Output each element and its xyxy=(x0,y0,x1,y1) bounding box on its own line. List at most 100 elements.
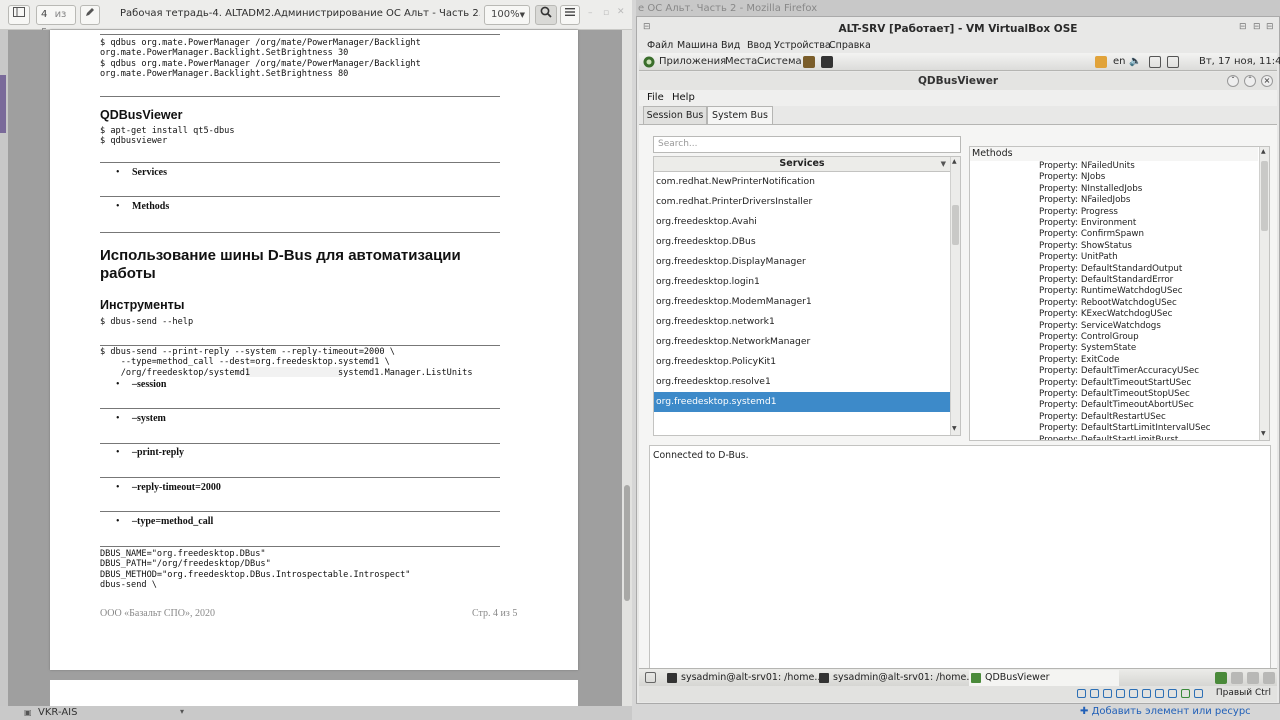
guest-menu-places[interactable]: Места xyxy=(725,56,757,67)
sidebar-toggle-button[interactable] xyxy=(8,5,30,25)
method-item[interactable]: Property: ConfirmSpawn xyxy=(1039,229,1144,240)
method-item[interactable]: Property: DefaultStandardError xyxy=(1039,275,1173,286)
vbox-menu-view[interactable]: Вид xyxy=(721,40,740,51)
menu-file[interactable]: File xyxy=(647,92,664,103)
method-item[interactable]: Property: DefaultTimeoutStartUSec xyxy=(1039,378,1191,389)
method-item[interactable]: Property: NJobs xyxy=(1039,172,1105,183)
pdf-scrollbar[interactable] xyxy=(622,30,632,720)
service-item[interactable]: org.freedesktop.Avahi xyxy=(654,212,950,232)
method-item[interactable]: Property: Progress xyxy=(1039,207,1118,218)
close-icon[interactable]: ⊟ xyxy=(1266,22,1274,32)
notes-icon[interactable] xyxy=(1095,56,1107,68)
services-header[interactable]: Services ▼ xyxy=(654,157,950,172)
service-item[interactable]: org.freedesktop.ModemManager1 xyxy=(654,292,950,312)
close-icon[interactable]: × xyxy=(1261,75,1273,87)
task-terminal-1[interactable]: sysadmin@alt-srv01: /home... xyxy=(665,670,823,686)
zoom-select[interactable]: 100% ▼ xyxy=(484,5,530,25)
vbox-menu-devices[interactable]: Устройства xyxy=(774,40,831,51)
methods-header[interactable]: Methods xyxy=(970,147,1258,161)
method-item[interactable]: Property: DefaultStartLimitBurst xyxy=(1039,435,1178,440)
method-item[interactable]: Property: DefaultRestartUSec xyxy=(1039,412,1166,423)
method-item[interactable]: Property: ServiceWatchdogs xyxy=(1039,321,1161,332)
shared-folders-icon[interactable] xyxy=(1142,689,1151,698)
tab-session-bus[interactable]: Session Bus xyxy=(643,106,707,125)
guest-menu-applications[interactable]: Приложения xyxy=(659,56,726,67)
launcher-icon[interactable] xyxy=(803,56,815,68)
scroll-down-icon[interactable]: ▼ xyxy=(952,425,957,432)
minimize-icon[interactable]: ⊟ xyxy=(1239,22,1247,32)
guest-clock[interactable]: Вт, 17 ноя, 11:43 xyxy=(1199,56,1280,67)
clipboard-icon[interactable] xyxy=(1149,56,1161,68)
recording-icon[interactable] xyxy=(1168,689,1177,698)
vbox-menu-file[interactable]: Файл xyxy=(647,40,673,51)
workspace-2-icon[interactable] xyxy=(1231,672,1243,684)
service-item[interactable]: com.redhat.PrinterDriversInstaller xyxy=(654,192,950,212)
mouse-integration-icon[interactable] xyxy=(1194,689,1203,698)
minimize-icon[interactable]: – xyxy=(588,8,593,18)
terminal-icon[interactable] xyxy=(821,56,833,68)
keyboard-layout[interactable]: en xyxy=(1113,56,1126,67)
cpu-icon[interactable] xyxy=(1181,689,1190,698)
scrollbar-thumb[interactable] xyxy=(1261,161,1268,231)
service-item[interactable]: org.freedesktop.NetworkManager xyxy=(654,332,950,352)
method-item[interactable]: Property: NFailedUnits xyxy=(1039,161,1135,172)
scroll-down-icon[interactable]: ▼ xyxy=(1261,430,1266,437)
maximize-icon[interactable]: ▫ xyxy=(603,8,609,18)
method-item[interactable]: Property: UnitPath xyxy=(1039,252,1118,263)
method-item[interactable]: Property: ControlGroup xyxy=(1039,332,1139,343)
add-item-link[interactable]: ✚ Добавить элемент или ресурс xyxy=(1080,706,1280,720)
method-item[interactable]: Property: RebootWatchdogUSec xyxy=(1039,298,1177,309)
optical-drive-icon[interactable] xyxy=(1090,689,1099,698)
service-item[interactable]: com.redhat.NewPrinterNotification xyxy=(654,172,950,192)
vbox-menu-machine[interactable]: Машина xyxy=(677,40,718,51)
method-item[interactable]: Property: NInstalledJobs xyxy=(1039,184,1142,195)
scrollbar-thumb[interactable] xyxy=(624,485,630,601)
task-terminal-2[interactable]: sysadmin@alt-srv01: /home... xyxy=(817,670,975,686)
usb-icon[interactable] xyxy=(1129,689,1138,698)
audio-icon[interactable] xyxy=(1103,689,1112,698)
menu-help[interactable]: Help xyxy=(672,92,695,103)
method-item[interactable]: Property: DefaultTimeoutStopUSec xyxy=(1039,389,1190,400)
volume-icon[interactable]: 🔈 xyxy=(1129,56,1141,67)
method-item[interactable]: Property: NFailedJobs xyxy=(1039,195,1130,206)
workspace-3-icon[interactable] xyxy=(1247,672,1259,684)
workspace-1-icon[interactable] xyxy=(1215,672,1227,684)
maximize-icon[interactable]: ˆ xyxy=(1244,75,1256,87)
output-log[interactable]: Connected to D-Bus. xyxy=(649,445,1271,679)
guest-menu-system[interactable]: Система xyxy=(757,56,802,67)
service-item[interactable]: org.freedesktop.PolicyKit1 xyxy=(654,352,950,372)
scroll-up-icon[interactable]: ▲ xyxy=(1261,148,1266,155)
show-desktop-icon[interactable] xyxy=(645,672,656,683)
annotate-button[interactable] xyxy=(80,5,100,25)
menu-button[interactable] xyxy=(560,5,580,25)
page-number-field[interactable]: 4 из 5 xyxy=(36,5,76,38)
method-item[interactable]: Property: DefaultStandardOutput xyxy=(1039,264,1182,275)
scroll-up-icon[interactable]: ▲ xyxy=(952,158,957,165)
method-item[interactable]: Property: DefaultStartLimitIntervalUSec xyxy=(1039,423,1211,434)
workspace-4-icon[interactable] xyxy=(1263,672,1275,684)
hdd-icon[interactable] xyxy=(1077,689,1086,698)
close-icon[interactable]: ✕ xyxy=(617,7,625,17)
method-item[interactable]: Property: DefaultTimeoutAbortUSec xyxy=(1039,400,1194,411)
methods-scrollbar[interactable]: ▲ ▼ xyxy=(1259,147,1269,440)
network-icon[interactable] xyxy=(1116,689,1125,698)
method-item[interactable]: Property: SystemState xyxy=(1039,343,1136,354)
service-item[interactable]: org.freedesktop.network1 xyxy=(654,312,950,332)
method-item[interactable]: Property: RuntimeWatchdogUSec xyxy=(1039,286,1183,297)
network-icon[interactable] xyxy=(1167,56,1179,68)
method-item[interactable]: Property: KExecWatchdogUSec xyxy=(1039,309,1172,320)
search-button[interactable] xyxy=(535,5,557,25)
services-scrollbar[interactable]: ▲ ▼ xyxy=(950,157,960,435)
method-item[interactable]: Property: Environment xyxy=(1039,218,1136,229)
service-item[interactable]: org.freedesktop.DBus xyxy=(654,232,950,252)
service-item[interactable]: org.freedesktop.login1 xyxy=(654,272,950,292)
minimize-icon[interactable]: ˇ xyxy=(1227,75,1239,87)
task-qdbusviewer[interactable]: QDBusViewer xyxy=(969,670,1119,686)
tab-system-bus[interactable]: System Bus xyxy=(707,106,773,125)
vbox-menu-input[interactable]: Ввод xyxy=(747,40,772,51)
method-item[interactable]: Property: ExitCode xyxy=(1039,355,1120,366)
window-menu-icon[interactable]: ⊟ xyxy=(643,22,651,32)
service-item-selected[interactable]: org.freedesktop.systemd1 xyxy=(654,392,950,412)
service-item[interactable]: org.freedesktop.resolve1 xyxy=(654,372,950,392)
scrollbar-thumb[interactable] xyxy=(952,205,959,245)
